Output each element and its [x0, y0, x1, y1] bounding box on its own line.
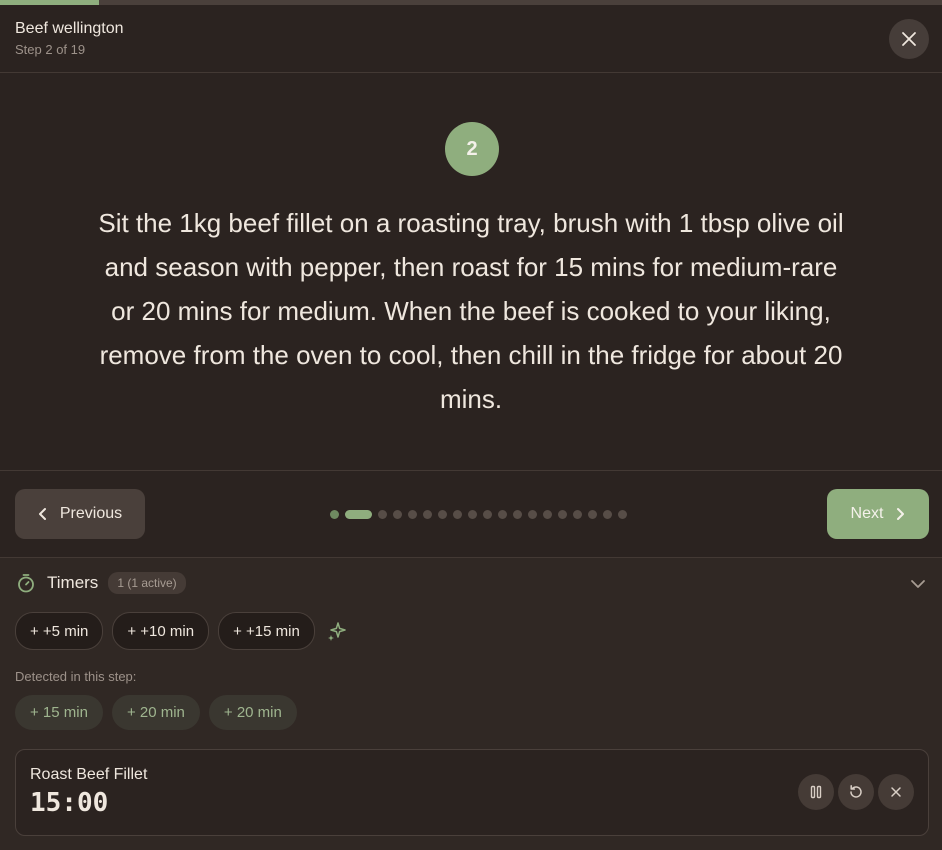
detected-timers-row: + 15 min + 20 min + 20 min — [15, 695, 297, 730]
chevron-right-icon — [897, 508, 905, 520]
step-dot[interactable] — [345, 509, 372, 519]
step-dot[interactable] — [588, 509, 597, 519]
step-dot[interactable] — [618, 509, 627, 519]
step-dot[interactable] — [528, 509, 537, 519]
next-label: Next — [850, 505, 884, 522]
close-button[interactable] — [889, 19, 929, 59]
next-button[interactable]: Next — [827, 489, 929, 539]
step-dot[interactable] — [498, 509, 507, 519]
sparkle-icon[interactable] — [326, 620, 348, 642]
step-dot[interactable] — [453, 509, 462, 519]
step-navigation: Previous Next — [0, 471, 942, 558]
quick-add-row: + +5 min + +10 min + +15 min — [15, 612, 348, 650]
step-dot[interactable] — [423, 509, 432, 519]
pause-timer-button[interactable] — [798, 774, 834, 810]
step-dot[interactable] — [468, 509, 477, 519]
step-instruction: Sit the 1kg beef fillet on a roasting tr… — [98, 208, 844, 414]
reset-icon — [850, 785, 862, 798]
timers-count-badge: 1 (1 active) — [108, 572, 186, 594]
detected-timer-chip[interactable]: + 15 min — [15, 695, 103, 730]
chevron-left-icon — [38, 508, 46, 520]
step-dot[interactable] — [438, 509, 447, 519]
step-dot[interactable] — [393, 509, 402, 519]
chevron-down-icon — [911, 580, 925, 588]
previous-label: Previous — [59, 505, 123, 522]
step-dot[interactable] — [483, 509, 492, 519]
step-dot[interactable] — [558, 509, 567, 519]
close-icon — [902, 32, 916, 46]
step-counter: Step 2 of 19 — [15, 42, 86, 57]
reset-timer-button[interactable] — [838, 774, 874, 810]
stopwatch-icon — [18, 574, 34, 593]
add-5-min-button[interactable]: + +5 min — [15, 612, 104, 650]
step-dot[interactable] — [513, 509, 522, 519]
timers-panel: Timers 1 (1 active) + +5 min + +10 min +… — [0, 558, 942, 850]
close-icon — [891, 787, 901, 797]
pause-icon — [810, 785, 822, 799]
step-dot[interactable] — [378, 509, 387, 519]
active-timer-card: Roast Beef Fillet 15:00 — [15, 749, 929, 836]
step-dot[interactable] — [408, 509, 417, 519]
step-dot[interactable] — [603, 509, 612, 519]
header: Beef wellington Step 2 of 19 — [0, 5, 942, 73]
step-area: 2 Sit the 1kg beef fillet on a roasting … — [0, 73, 942, 471]
add-10-min-button[interactable]: + +10 min — [112, 612, 210, 650]
timers-title: Timers — [47, 573, 99, 592]
detected-label: Detected in this step: — [15, 669, 137, 684]
step-dots — [330, 509, 627, 519]
collapse-timers-button[interactable] — [910, 576, 926, 594]
step-number-badge: 2 — [445, 122, 499, 176]
step-dot[interactable] — [543, 509, 552, 519]
detected-timer-chip[interactable]: + 20 min — [111, 695, 200, 730]
previous-button[interactable]: Previous — [15, 489, 145, 539]
detected-timer-chip[interactable]: + 20 min — [208, 695, 297, 730]
remove-timer-button[interactable] — [878, 774, 914, 810]
add-15-min-button[interactable]: + +15 min — [218, 612, 315, 650]
timer-countdown: 15:00 — [30, 788, 109, 818]
timers-header[interactable]: Timers 1 (1 active) — [15, 572, 186, 594]
timer-name: Roast Beef Fillet — [30, 766, 148, 783]
recipe-title: Beef wellington — [15, 20, 124, 37]
step-dot[interactable] — [573, 509, 582, 519]
step-dot[interactable] — [330, 509, 339, 519]
